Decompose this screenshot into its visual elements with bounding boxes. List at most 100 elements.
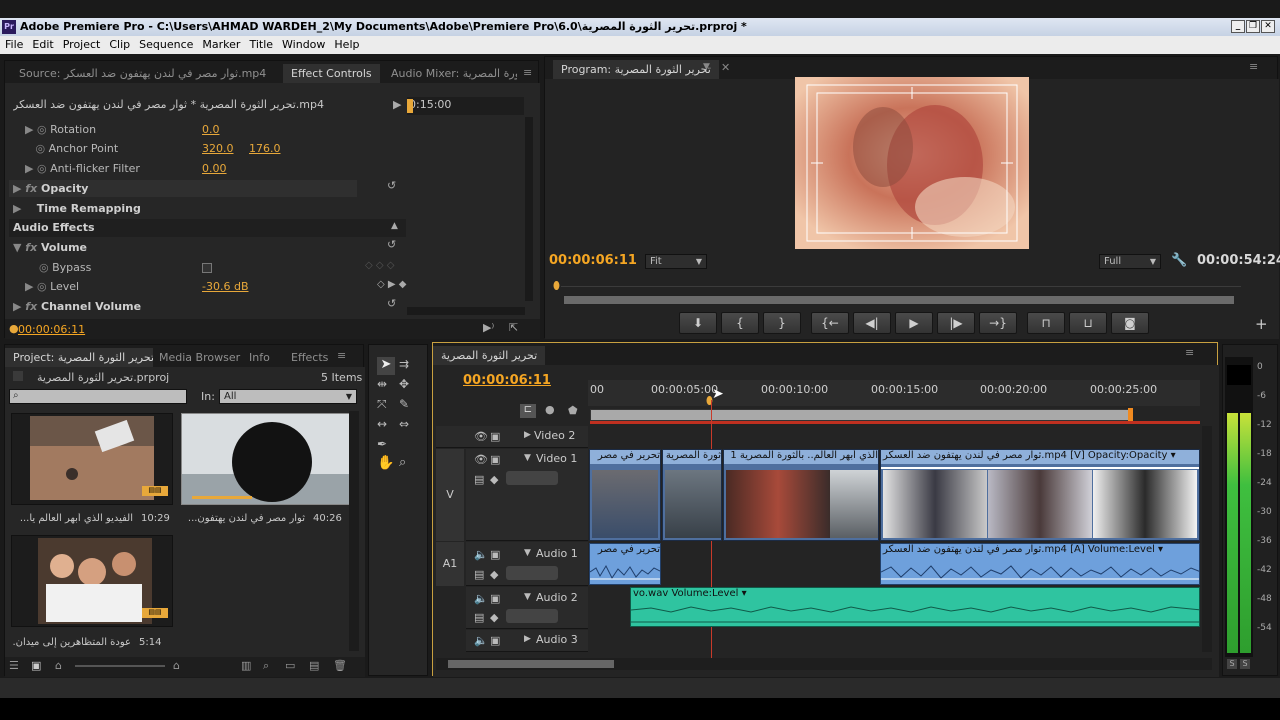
menu-title[interactable]: Title bbox=[244, 36, 277, 54]
reset-volume-icon[interactable]: ↺ bbox=[387, 238, 396, 251]
slide-tool-icon[interactable]: ⇔ bbox=[399, 417, 409, 431]
collapse-icon[interactable]: ▼ bbox=[524, 592, 531, 602]
rotation-value[interactable]: 0.0 bbox=[202, 120, 220, 139]
step-forward-button[interactable]: |▶ bbox=[937, 312, 975, 334]
tab-source[interactable]: Source: ثوار مصر في لندن يهتفون ضد العسك… bbox=[11, 64, 274, 83]
ripple-edit-tool-icon[interactable]: ⇹ bbox=[377, 377, 387, 391]
project-thumbnail-1[interactable]: ▤▤ bbox=[11, 413, 173, 505]
channel-volume-row[interactable]: ▶ fx Channel Volume bbox=[13, 297, 141, 316]
marker-icon[interactable]: ⬟ bbox=[568, 404, 578, 417]
rate-stretch-tool-icon[interactable]: ⤧ bbox=[377, 397, 387, 412]
expand-icon[interactable]: ▶ bbox=[524, 634, 531, 644]
track-header-video2[interactable]: 👁 ▣ ▶ Video 2 bbox=[436, 426, 588, 448]
program-playhead-icon[interactable]: ⬮ bbox=[553, 279, 560, 293]
speaker-icon[interactable]: 🔈 bbox=[474, 634, 488, 647]
program-timecode[interactable]: 00:00:06:11 bbox=[549, 253, 637, 268]
lock-icon[interactable]: ▣ bbox=[490, 430, 500, 443]
reset-channel-volume-icon[interactable]: ↺ bbox=[387, 297, 396, 310]
tab-effects[interactable]: Effects bbox=[283, 348, 336, 367]
solo-right-icon[interactable]: S bbox=[1240, 659, 1250, 669]
display-style-icon[interactable]: ▤ bbox=[474, 568, 484, 581]
close-button[interactable]: ✕ bbox=[1261, 20, 1275, 33]
collapse-up-icon[interactable]: ▲ bbox=[391, 221, 398, 231]
slip-tool-icon[interactable]: ↔ bbox=[377, 417, 387, 431]
speaker-icon[interactable]: 🔈 bbox=[474, 592, 488, 605]
razor-tool-icon[interactable]: ✎ bbox=[399, 397, 409, 411]
track-header-audio3[interactable]: 🔈 ▣ ▶ Audio 3 bbox=[466, 630, 588, 652]
level-value[interactable]: -30.6 dB bbox=[202, 277, 249, 296]
play-triangle-icon[interactable]: ▶ bbox=[393, 98, 401, 111]
new-bin-icon[interactable]: ▭ bbox=[285, 659, 295, 672]
play-audio-icon[interactable]: ▶⁾ bbox=[483, 321, 494, 334]
zoom-out-icon[interactable]: ⌂ bbox=[55, 659, 62, 672]
menu-help[interactable]: Help bbox=[329, 36, 363, 54]
menu-edit[interactable]: Edit bbox=[27, 36, 57, 54]
wrench-icon[interactable]: 🔧 bbox=[1171, 253, 1187, 268]
snap-icon[interactable]: ⊏ bbox=[520, 404, 536, 418]
pen-tool-icon[interactable]: ✒ bbox=[377, 437, 387, 451]
effect-controls-timecode[interactable]: 00:00:06:11 bbox=[18, 323, 85, 336]
keyframe-navigator[interactable] bbox=[506, 471, 558, 485]
automate-to-sequence-icon[interactable]: ▥ bbox=[241, 659, 251, 672]
speaker-icon[interactable]: 🔈 bbox=[474, 548, 488, 561]
mark-in-button[interactable]: { bbox=[721, 312, 759, 334]
keyframe-toggle-icon[interactable]: ◆ bbox=[490, 611, 498, 624]
reset-opacity-icon[interactable]: ↺ bbox=[387, 179, 396, 192]
video-target-v[interactable]: V bbox=[436, 449, 464, 541]
audio-clip-1[interactable]: تحرير في مصر bbox=[589, 543, 661, 585]
display-style-icon[interactable]: ▤ bbox=[474, 473, 484, 486]
minimize-button[interactable]: _ bbox=[1231, 20, 1245, 33]
lift-button[interactable]: ⊓ bbox=[1027, 312, 1065, 334]
eye-icon[interactable]: 👁 bbox=[474, 430, 488, 443]
timeline-panel-menu-icon[interactable]: ≡ bbox=[1185, 346, 1194, 359]
add-marker-timeline-icon[interactable]: ● bbox=[545, 403, 555, 416]
menu-marker[interactable]: Marker bbox=[197, 36, 244, 54]
solo-left-icon[interactable]: S bbox=[1227, 659, 1237, 669]
keyframe-toggle-icon[interactable]: ◆ bbox=[490, 568, 498, 581]
mini-h-scrollbar[interactable] bbox=[407, 307, 525, 315]
find-icon[interactable]: ⌕ bbox=[263, 659, 269, 673]
volume-row[interactable]: ▼ fx Volume bbox=[13, 238, 87, 257]
anchor-x-value[interactable]: 320.0 bbox=[202, 139, 234, 158]
zoom-tool-icon[interactable]: ⌕ bbox=[399, 455, 406, 470]
track-select-tool-icon[interactable]: ⇉ bbox=[399, 357, 409, 371]
timeline-h-scroll-thumb[interactable] bbox=[448, 660, 614, 668]
go-to-out-button[interactable]: →} bbox=[979, 312, 1017, 334]
tab-project[interactable]: Project: تحرير الثورة المصرية bbox=[5, 348, 153, 367]
tab-effect-controls[interactable]: Effect Controls bbox=[283, 64, 380, 83]
collapse-icon[interactable]: ▼ bbox=[524, 453, 531, 463]
menu-clip[interactable]: Clip bbox=[104, 36, 134, 54]
export-icon[interactable]: ⇱ bbox=[509, 321, 518, 334]
menu-sequence[interactable]: Sequence bbox=[134, 36, 197, 54]
program-video-frame[interactable] bbox=[795, 77, 1029, 249]
hand-tool-icon[interactable]: ✋ bbox=[377, 455, 394, 471]
collapse-icon[interactable]: ▼ bbox=[524, 548, 531, 558]
add-button-icon[interactable]: + bbox=[1255, 315, 1268, 333]
project-search-input[interactable]: ⌕ bbox=[9, 389, 187, 404]
selection-tool-icon[interactable]: ➤ bbox=[377, 357, 395, 375]
timeline-timecode[interactable]: 00:00:06:11 bbox=[463, 373, 551, 388]
new-item-icon[interactable]: ▤ bbox=[309, 659, 319, 672]
quality-select[interactable]: Full ▼ bbox=[1099, 254, 1161, 269]
opacity-row[interactable]: ▶ fx Opacity bbox=[13, 179, 88, 198]
extract-button[interactable]: ⊔ bbox=[1069, 312, 1107, 334]
step-back-button[interactable]: ◀| bbox=[853, 312, 891, 334]
video-clip-3[interactable]: الذي أبهر العالم.. بالثورة المصرية 1 bbox=[723, 449, 879, 541]
audio-clip-2[interactable]: ثوار مصر في لندن يهتفون ضد العسكر.mp4 [A… bbox=[880, 543, 1200, 585]
menu-project[interactable]: Project bbox=[58, 36, 105, 54]
timeline-v-scrollbar[interactable] bbox=[1202, 426, 1212, 652]
tab-media-browser[interactable]: Media Browser bbox=[151, 348, 248, 367]
panel-menu-icon[interactable]: ≡ bbox=[523, 66, 532, 79]
track-header-audio1[interactable]: 🔈 ▣ ▼ Audio 1 ▤ ◆ bbox=[466, 542, 588, 586]
delete-icon[interactable]: 🗑 bbox=[333, 659, 347, 672]
play-button[interactable]: ▶ bbox=[895, 312, 933, 334]
thumbnail-size-slider[interactable] bbox=[75, 665, 165, 667]
video-clip-4[interactable]: ثوار مصر في لندن يهتفون ضد العسكر.mp4 [V… bbox=[880, 449, 1200, 541]
project-panel-menu-icon[interactable]: ≡ bbox=[337, 349, 346, 362]
menu-window[interactable]: Window bbox=[277, 36, 329, 54]
lock-icon[interactable]: ▣ bbox=[490, 548, 500, 561]
tab-info[interactable]: Info bbox=[241, 348, 278, 367]
icon-view-icon[interactable]: ▣ bbox=[31, 659, 41, 672]
track-header-video1[interactable]: 👁 ▣ ▼ Video 1 ▤ ◆ bbox=[466, 449, 588, 541]
add-marker-button[interactable]: ⬇ bbox=[679, 312, 717, 334]
